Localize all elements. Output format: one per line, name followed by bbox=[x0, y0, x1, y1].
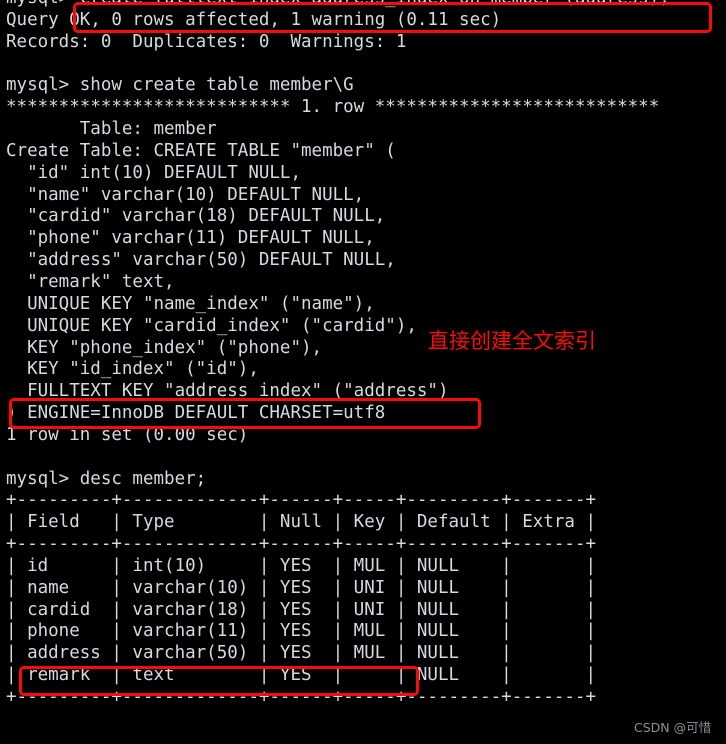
terminal-line-8: "id" int(10) DEFAULT NULL, bbox=[6, 162, 302, 183]
terminal-line-14: UNIQUE KEY "name_index" ("name"), bbox=[6, 293, 375, 314]
terminal-line-21 bbox=[6, 447, 726, 469]
terminal-line-1: Query OK, 0 rows affected, 1 warning (0.… bbox=[6, 9, 502, 30]
terminal-line-16: KEY "phone_index" ("phone"), bbox=[6, 337, 323, 358]
watermark-glyph bbox=[0, 0, 7, 14]
terminal-line-10: "cardid" varchar(18) DEFAULT NULL, bbox=[6, 206, 386, 227]
terminal-line-32: +---------+-------------+------+-----+--… bbox=[6, 687, 597, 707]
terminal-line-26: | id | int(10) | YES | MUL | NULL | | bbox=[6, 555, 597, 576]
terminal-line-22: mysql> desc member; bbox=[6, 468, 207, 489]
terminal-line-6: Table: member bbox=[6, 119, 217, 140]
terminal-screenshot: mysql> create fulltext index address_ind… bbox=[0, 0, 726, 744]
terminal-line-28: | cardid | varchar(18) | YES | UNI | NUL… bbox=[6, 599, 597, 620]
terminal-line-4: mysql> show create table member\G bbox=[6, 75, 354, 96]
terminal-line-17: KEY "id_index" ("id"), bbox=[6, 359, 259, 380]
terminal-line-19: ) ENGINE=InnoDB DEFAULT CHARSET=utf8 bbox=[6, 403, 386, 424]
terminal-line-29: | phone | varchar(11) | YES | MUL | NULL… bbox=[6, 621, 597, 642]
watermark-csdn: CSDN @可惜 bbox=[634, 720, 712, 735]
terminal-line-15: UNIQUE KEY "cardid_index" ("cardid"), bbox=[6, 315, 417, 336]
terminal-line-20: 1 row in set (0.00 sec) bbox=[6, 424, 249, 445]
annotation-note-chinese: 直接创建全文索引 bbox=[428, 329, 596, 353]
terminal-line-3 bbox=[6, 54, 726, 76]
terminal-line-13: "remark" text, bbox=[6, 271, 175, 292]
terminal-line-18: FULLTEXT KEY "address_index" ("address") bbox=[6, 381, 449, 402]
terminal-line-31: | remark | text | YES | | NULL | | bbox=[6, 665, 597, 686]
terminal-line-7: Create Table: CREATE TABLE "member" ( bbox=[6, 140, 396, 161]
terminal-line-24: | Field | Type | Null | Key | Default | … bbox=[6, 512, 597, 533]
terminal-line-2: Records: 0 Duplicates: 0 Warnings: 1 bbox=[6, 31, 407, 52]
terminal-line-25: +---------+-------------+------+-----+--… bbox=[6, 534, 597, 555]
terminal-line-5: *************************** 1. row *****… bbox=[6, 97, 660, 118]
terminal-line-23: +---------+-------------+------+-----+--… bbox=[6, 490, 597, 511]
terminal-line-11: "phone" varchar(11) DEFAULT NULL, bbox=[6, 228, 375, 249]
terminal-line-0: mysql> create fulltext index address_ind… bbox=[6, 0, 726, 10]
terminal-line-9: "name" varchar(10) DEFAULT NULL, bbox=[6, 184, 365, 205]
terminal-output[interactable]: mysql> create fulltext index address_ind… bbox=[0, 0, 726, 709]
terminal-line-27: | name | varchar(10) | YES | UNI | NULL … bbox=[6, 577, 597, 598]
terminal-line-12: "address" varchar(50) DEFAULT NULL, bbox=[6, 250, 396, 271]
terminal-line-30: | address | varchar(50) | YES | MUL | NU… bbox=[6, 643, 597, 664]
